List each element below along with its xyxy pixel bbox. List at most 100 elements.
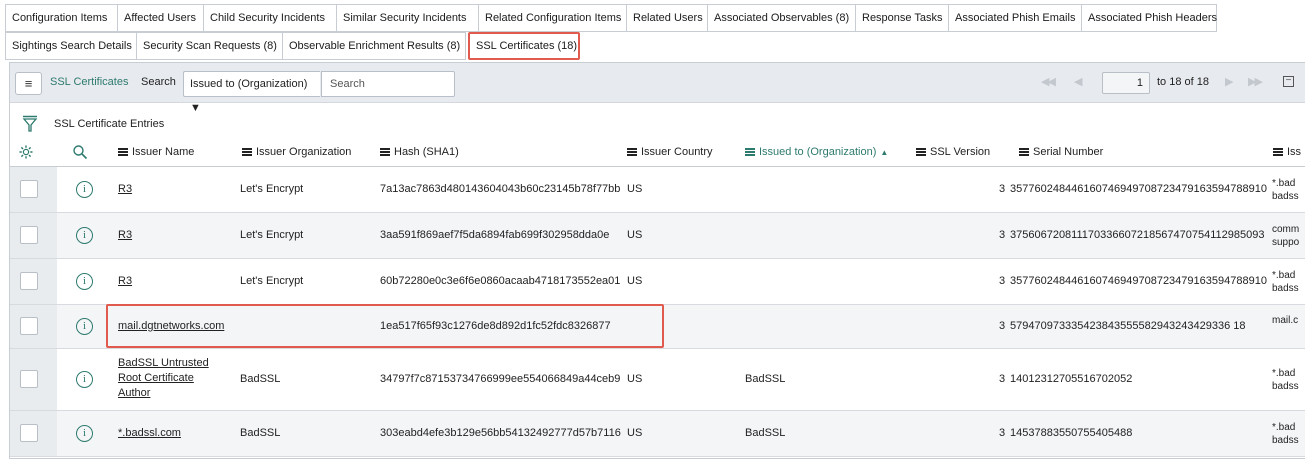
filter-funnel-icon[interactable]	[22, 115, 38, 136]
column-header-row: Issuer Name Issuer Organization Hash (SHA1…	[10, 141, 1305, 167]
row-checkbox[interactable]	[20, 317, 38, 335]
sort-ascending-icon: ▲	[880, 147, 889, 157]
column-menu-icon[interactable]	[745, 147, 755, 157]
entries-title: SSL Certificate Entries	[54, 118, 165, 130]
cell-issuer-org: BadSSL	[240, 373, 281, 385]
search-icon[interactable]	[72, 144, 88, 160]
table-row[interactable]: i BadSSL Untrusted Root Certificate Autho…	[10, 349, 1305, 411]
tab-sightings-search-details[interactable]: Sightings Search Details	[5, 32, 137, 60]
cell-issuer-name[interactable]: *.badssl.com	[118, 427, 181, 439]
tab-response-tasks[interactable]: Response Tasks	[856, 4, 949, 32]
tab-associated-phish-emails[interactable]: Associated Phish Emails	[949, 4, 1082, 32]
cell-version: 3	[999, 183, 1006, 195]
tab-bar-row-1: Configuration Items Affected Users Child S…	[5, 4, 1217, 32]
tab-related-users[interactable]: Related Users	[627, 4, 708, 32]
next-page-icon[interactable]: ▶	[1225, 75, 1234, 88]
cell-issuer-name[interactable]: R3	[118, 229, 132, 241]
cell-hash: 3aa591f869aef7f5da6894fab699f302958dda0e	[380, 229, 610, 241]
cell-issued-to-truncated: comm suppo	[1272, 224, 1300, 248]
table-row[interactable]: i R3 Let's Encrypt 60b72280e0c3e6f6e0860aca…	[10, 259, 1305, 305]
row-checkbox[interactable]	[20, 226, 38, 244]
tab-configuration-items[interactable]: Configuration Items	[5, 4, 118, 32]
info-icon[interactable]: i	[76, 318, 93, 335]
cell-version: 3	[999, 427, 1006, 439]
page-number-input[interactable]: 1	[1102, 72, 1150, 94]
table-row[interactable]: i R3 Let's Encrypt 3aa591f869aef7f5da6894fa…	[10, 213, 1305, 259]
cell-issuer-org: Let's Encrypt	[240, 229, 304, 241]
cell-issued-to-truncated: mail.c	[1272, 315, 1299, 326]
info-icon[interactable]: i	[76, 273, 93, 290]
cell-country: US	[627, 275, 643, 287]
cell-issuer-name[interactable]: mail.dgtnetworks.com	[118, 320, 224, 332]
column-header-ssl-version[interactable]: SSL Version	[916, 146, 990, 158]
tab-child-security-incidents[interactable]: Child Security Incidents	[204, 4, 337, 32]
cell-serial: 3577602484461607469497087234791635947889…	[1010, 275, 1267, 287]
cell-version: 3	[999, 320, 1006, 332]
search-field-value: Issued to (Organization)	[190, 78, 308, 90]
table-row[interactable]: i R3 Let's Encrypt 7a13ac7863d480143604043b…	[10, 167, 1305, 213]
tab-ssl-certificates-18[interactable]: SSL Certificates (18)	[468, 32, 580, 60]
cell-hash: 34797f7c87153734766999ee554066849a44ceb9	[380, 373, 621, 385]
cell-issued-to: BadSSL	[745, 427, 786, 439]
column-menu-icon[interactable]	[627, 147, 637, 157]
column-header-issuer-name[interactable]: Issuer Name	[118, 146, 194, 158]
gear-icon[interactable]	[18, 144, 34, 160]
cell-hash: 303eabd4efe3b129e56bb54132492777d57b7116	[380, 427, 621, 439]
row-checkbox[interactable]	[20, 370, 38, 388]
info-icon[interactable]: i	[76, 227, 93, 244]
column-menu-icon[interactable]	[380, 147, 390, 157]
tab-associated-phish-headers[interactable]: Associated Phish Headers	[1082, 4, 1217, 32]
search-input[interactable]: Search	[321, 71, 455, 97]
column-header-label: Iss	[1287, 146, 1302, 158]
column-menu-icon[interactable]	[916, 147, 926, 157]
tab-affected-users[interactable]: Affected Users	[118, 4, 204, 32]
page-range: to 18 of 18	[1157, 76, 1209, 88]
table-row[interactable]: i *.badssl.com BadSSL 303eabd4efe3b129e56bb…	[10, 411, 1305, 457]
cell-serial: 3756067208111703366072185674707541129850…	[1010, 229, 1265, 241]
row-checkbox[interactable]	[20, 424, 38, 442]
cell-country: US	[627, 427, 643, 439]
column-header-issuer-country[interactable]: Issuer Country	[627, 146, 713, 158]
cell-hash: 60b72280e0c3e6f6e0860acaab4718173552ea01	[380, 275, 621, 287]
filter-row: SSL Certificate Entries	[10, 103, 1305, 141]
column-menu-icon[interactable]	[118, 147, 128, 157]
collapse-icon[interactable]: −	[1283, 76, 1294, 87]
column-header-label: Issuer Country	[641, 146, 713, 158]
previous-page-icon[interactable]: ◀	[1074, 75, 1083, 88]
cell-issuer-org: Let's Encrypt	[240, 275, 304, 287]
column-header-hash-sha1[interactable]: Hash (SHA1)	[380, 146, 459, 158]
tab-security-scan-requests-8[interactable]: Security Scan Requests (8)	[137, 32, 283, 60]
info-icon[interactable]: i	[76, 181, 93, 198]
cell-issuer-name[interactable]: BadSSL Untrusted Root Certificate Author	[118, 356, 218, 401]
column-header-issued-to-cut[interactable]: Iss	[1273, 146, 1301, 158]
cell-issuer-org: Let's Encrypt	[240, 183, 304, 195]
tab-observable-enrichment-results-8[interactable]: Observable Enrichment Results (8)	[283, 32, 466, 60]
tab-related-configuration-items[interactable]: Related Configuration Items	[479, 4, 627, 32]
cell-hash: 7a13ac7863d480143604043b60c23145b78f77bb	[380, 183, 621, 195]
column-header-issuer-organization[interactable]: Issuer Organization	[242, 146, 351, 158]
info-icon[interactable]: i	[76, 425, 93, 442]
row-checkbox[interactable]	[20, 180, 38, 198]
cell-issuer-name[interactable]: R3	[118, 275, 132, 287]
cell-serial: 14537883550755405488	[1010, 427, 1133, 439]
column-header-serial-number[interactable]: Serial Number	[1019, 146, 1103, 158]
column-menu-icon[interactable]	[1019, 147, 1029, 157]
list-menu-button[interactable]: ≡	[15, 72, 42, 95]
column-menu-icon[interactable]	[1273, 147, 1283, 157]
search-field-select[interactable]: Issued to (Organization) ▼	[183, 71, 320, 114]
tab-associated-observables-8[interactable]: Associated Observables (8)	[708, 4, 856, 32]
column-menu-icon[interactable]	[242, 147, 252, 157]
row-checkbox[interactable]	[20, 272, 38, 290]
related-list-ssl-certificates: ≡ SSL Certificates Search Issued to (Org…	[9, 62, 1305, 459]
list-title-link[interactable]: SSL Certificates	[50, 76, 128, 88]
search-label: Search	[141, 76, 176, 88]
tab-similar-security-incidents[interactable]: Similar Security Incidents	[337, 4, 479, 32]
info-icon[interactable]: i	[76, 371, 93, 388]
column-header-issued-to-organization[interactable]: Issued to (Organization) ▲	[745, 146, 888, 158]
first-page-icon[interactable]: ◀◀	[1041, 75, 1056, 88]
cell-serial: 579470973335423843555582943243429336 18	[1010, 320, 1246, 332]
cell-issuer-name[interactable]: R3	[118, 183, 132, 195]
table-row[interactable]: i mail.dgtnetworks.com 1ea517f65f93c1276de…	[10, 305, 1305, 349]
last-page-icon[interactable]: ▶▶	[1248, 75, 1263, 88]
cell-country: US	[627, 373, 643, 385]
